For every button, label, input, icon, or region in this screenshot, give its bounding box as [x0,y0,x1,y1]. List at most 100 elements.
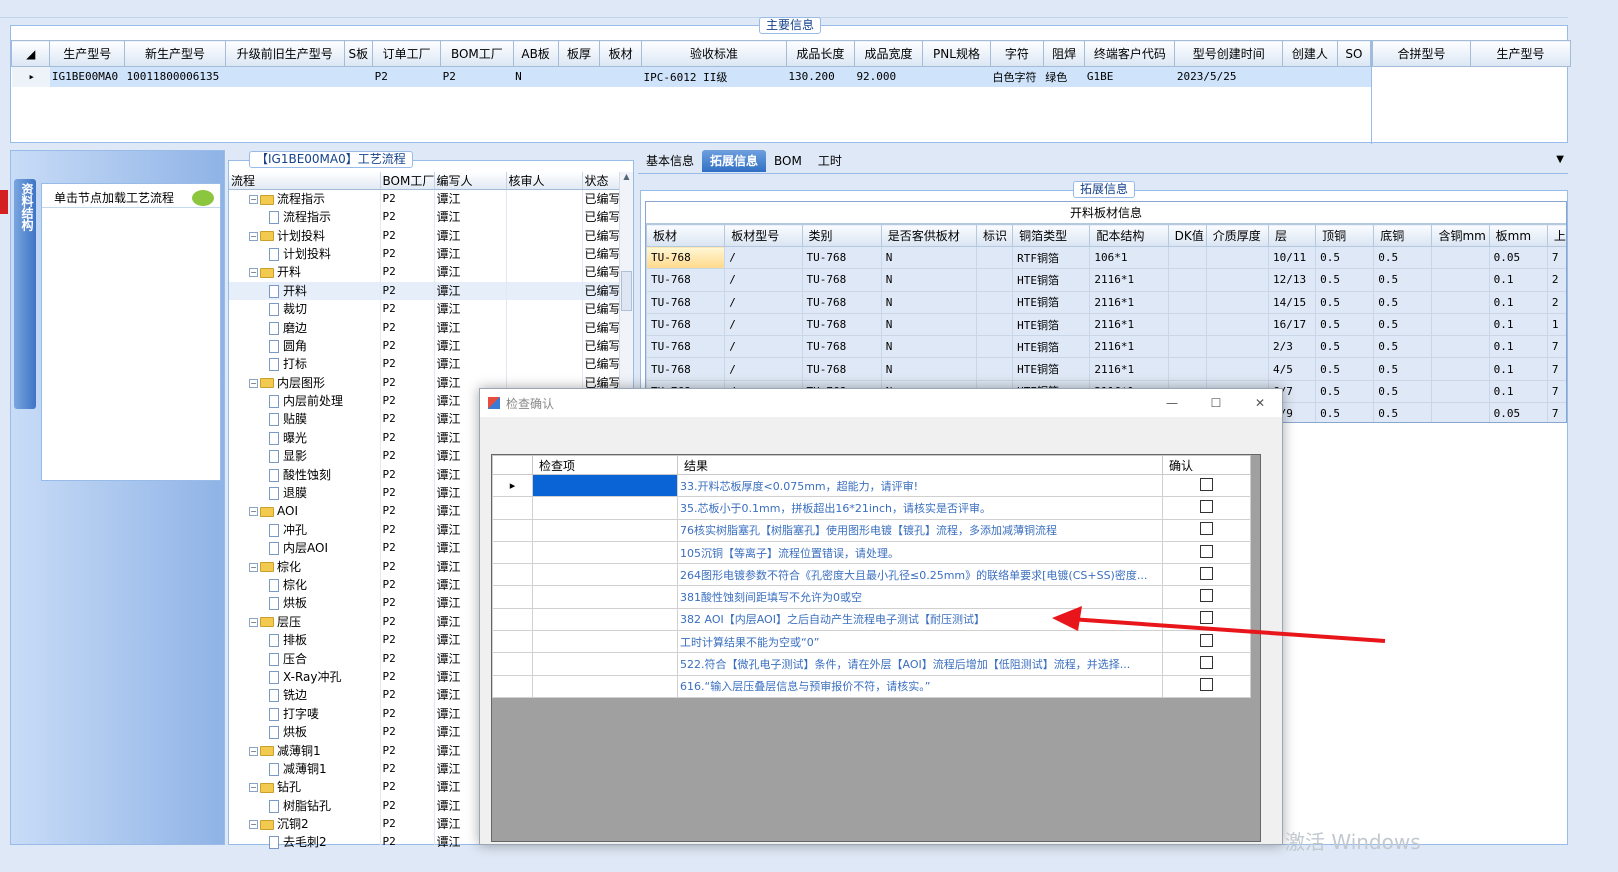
ext-col-header[interactable]: 上 [1546,224,1566,247]
check-row-marker[interactable] [492,518,533,542]
flow-node[interactable]: 酸性蚀刻 [229,465,381,484]
ext-row[interactable]: TU-768/TU-768 N HTE铜箔 2116*1 16/17 0.5 0.5 0.1 1 [646,312,1566,337]
check-item-cell[interactable] [532,652,678,676]
flow-node[interactable]: 烘板 [229,722,381,742]
flow-node[interactable]: − 开料 [229,263,381,282]
flow-node[interactable]: 圆角 [229,336,381,356]
tab-2[interactable]: BOM [766,150,810,172]
ext-row[interactable]: TU-768/TU-768 N HTE铜箔 2116*1 12/13 0.5 0.5 0.1 2 [646,268,1566,292]
main-col-header[interactable]: S板 [343,40,374,67]
check-row-marker[interactable] [492,674,533,698]
check-row[interactable]: 616.“输入层压叠层信息与预审报价不符，请核实。” [492,674,1251,698]
check-row-marker[interactable] [492,540,533,565]
ext-col-header[interactable]: 顶铜 [1315,224,1375,247]
main-cell[interactable]: 白色字符 [990,66,1044,87]
close-icon[interactable]: ✕ [1238,396,1282,410]
main-cell[interactable]: IG1BE00MA0 [49,66,125,87]
flow-node[interactable]: 磨边 [229,318,381,337]
flow-node[interactable]: 去毛刺2 [229,833,381,852]
flow-node[interactable]: 冲孔 [229,520,381,540]
check-row-marker[interactable] [492,630,533,654]
ext-col-header[interactable]: 含铜mm [1431,224,1490,247]
main-col-header[interactable]: SO [1336,40,1372,67]
check-item-cell[interactable] [532,540,678,565]
main-col-header[interactable]: 阻焊 [1042,40,1086,67]
flow-row[interactable]: − 计划投料 P2 谭江 已编写 [229,226,622,245]
flow-node[interactable]: 压合 [229,649,381,668]
side-col-merge[interactable]: 合拼型号 [1372,40,1471,67]
collapse-icon[interactable]: − [249,617,258,627]
main-col-header[interactable]: 新生产型号 [124,40,227,67]
flow-row[interactable]: 裁切 P2 谭江 已编写 [229,299,622,319]
collapse-icon[interactable]: − [249,562,258,572]
check-item-cell[interactable] [532,563,678,587]
side-col-model[interactable]: 生产型号 [1470,40,1571,67]
flow-node[interactable]: 排板 [229,630,381,650]
flow-node[interactable]: 内层AOI [229,539,381,558]
ext-col-header[interactable]: 底铜 [1373,224,1433,247]
collapse-icon[interactable]: − [249,378,258,388]
flow-node[interactable]: 流程指示 [229,208,381,227]
ext-col-header[interactable]: 配本结构 [1089,224,1169,247]
collapse-icon[interactable]: − [249,820,258,830]
flow-col-header[interactable]: 状态 [582,172,622,190]
flow-col-header[interactable]: 流程 [229,172,381,190]
main-col-header[interactable]: 型号创建时间 [1174,40,1283,67]
main-cell[interactable] [922,66,991,87]
flow-node[interactable]: 贴膜 [229,410,381,429]
flow-row[interactable]: 圆角 P2 谭江 已编写 [229,336,622,356]
main-col-header[interactable]: 生产型号 [49,40,126,67]
check-col-header[interactable]: 确认 [1162,455,1251,475]
main-col-header[interactable]: 成品长度 [785,40,855,67]
flow-col-header[interactable]: 核审人 [506,172,583,190]
flow-node[interactable]: − 内层图形 [229,373,381,392]
tab-0[interactable]: 基本信息 [638,150,702,172]
ext-row[interactable]: TU-768/TU-768 N HTE铜箔 2116*1 14/15 0.5 0.5 0.1 2 [646,290,1566,314]
main-col-header[interactable]: 验收标准 [641,40,787,67]
minimize-icon[interactable]: — [1150,396,1194,410]
main-cell[interactable] [225,66,345,87]
flow-row[interactable]: 流程指示 P2 谭江 已编写 [229,208,622,227]
main-col-header[interactable]: 成品宽度 [853,40,923,67]
check-row-marker[interactable] [492,585,533,609]
main-cell[interactable]: 10011800006135 [124,66,226,87]
flow-node[interactable]: − 计划投料 [229,226,381,245]
flow-node[interactable]: 显影 [229,447,381,466]
flow-node[interactable]: 内层前处理 [229,391,381,411]
check-item-cell[interactable] [532,607,678,632]
check-row[interactable]: 264图形电镀参数不符合《孔密度大且最小孔径≤0.25mm》的联络单要求[电镀(… [492,563,1251,587]
flow-node[interactable]: 树脂钻孔 [229,796,381,815]
ext-col-header[interactable]: 介质厚度 [1205,224,1269,247]
ext-row[interactable]: TU-768/TU-768 N RTF铜箔 106*1 10/11 0.5 0.5 0.05 7 [646,245,1566,270]
flow-node[interactable]: 打标 [229,355,381,374]
flow-node[interactable]: − AOI [229,502,381,521]
flow-row[interactable]: − 流程指示 P2 谭江 已编写 [229,189,622,208]
check-row-marker[interactable]: ▸ [492,473,533,498]
check-row[interactable]: 105沉铜【等离子】流程位置错误，请处理。 [492,540,1251,565]
check-item-cell[interactable] [532,473,678,498]
main-col-header[interactable]: AB板 [512,40,559,67]
main-cell[interactable] [558,66,600,87]
flow-col-header[interactable]: 编写人 [434,172,507,190]
flow-node[interactable]: 开料 [229,281,381,300]
confirm-checkbox[interactable] [1200,544,1213,558]
main-cell[interactable]: G1BE [1084,66,1175,87]
check-row-marker[interactable] [492,563,533,587]
ext-col-header[interactable]: 板材型号 [724,224,803,247]
flow-node[interactable]: − 沉铜2 [229,814,381,834]
check-col-header[interactable]: 结果 [677,455,1163,475]
confirm-checkbox[interactable] [1200,678,1213,692]
check-row[interactable]: 76核实树脂塞孔【树脂塞孔】使用图形电镀【镀孔】流程，多添加减薄铜流程 [492,518,1251,542]
ext-col-header[interactable]: 是否客供板材 [880,224,978,247]
flow-node[interactable]: − 流程指示 [229,189,381,208]
flow-node[interactable]: − 减薄铜1 [229,741,381,760]
main-col-header[interactable]: 板厚 [557,40,601,67]
main-cell[interactable]: N [513,66,559,87]
flow-node[interactable]: 计划投料 [229,244,381,264]
check-item-cell[interactable] [532,518,678,542]
check-item-cell[interactable] [532,674,678,698]
flow-node[interactable]: 铣边 [229,686,381,705]
ext-col-header[interactable]: 类别 [801,224,882,247]
flow-node[interactable]: − 钻孔 [229,778,381,797]
flow-scroll-thumb[interactable] [621,271,632,311]
